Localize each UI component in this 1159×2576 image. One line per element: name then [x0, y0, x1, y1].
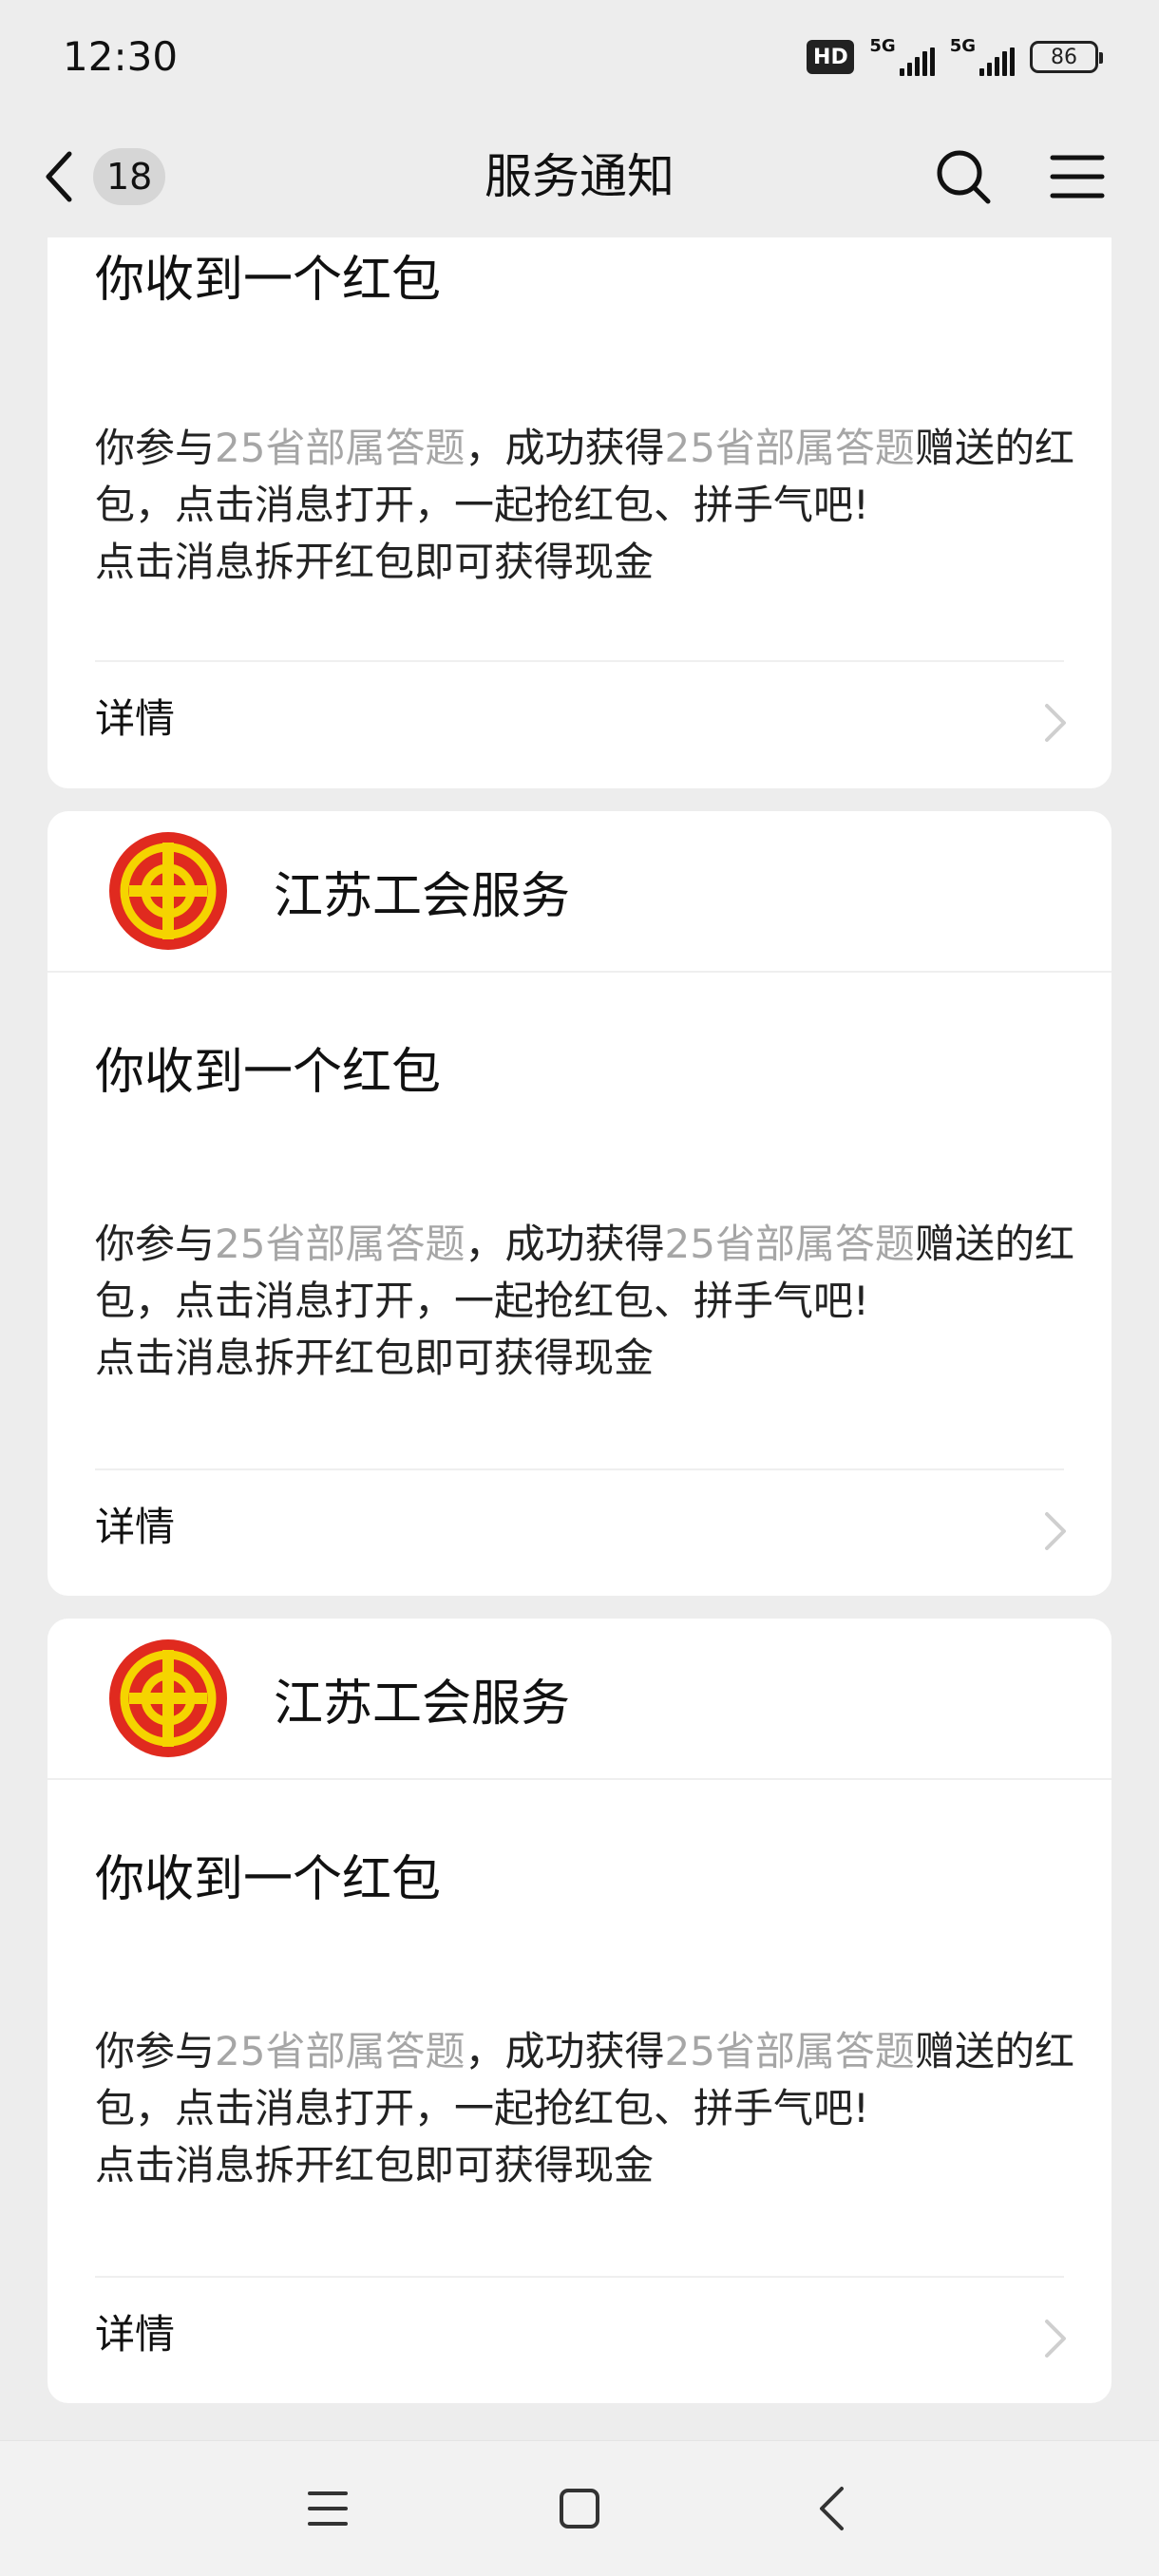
- account-name: 江苏工会服务: [274, 867, 571, 925]
- system-navigation-bar: [0, 2440, 1159, 2576]
- message-title: 你收到一个红包: [95, 252, 442, 309]
- details-label: 详情: [95, 1504, 176, 1550]
- network-type-label: 5G: [869, 36, 896, 56]
- status-bar: 12:30 HD 5G 5G 86: [0, 0, 1159, 114]
- battery-icon: 86: [1030, 41, 1103, 73]
- signal-group-1: 5G: [869, 36, 935, 76]
- trade-union-logo-icon: [109, 832, 227, 950]
- more-menu-button[interactable]: [1043, 142, 1112, 211]
- status-indicators: HD 5G 5G 86: [807, 36, 1103, 78]
- recent-apps-icon: [308, 2491, 348, 2526]
- details-label: 详情: [95, 695, 176, 742]
- network-type-label: 5G: [949, 36, 976, 56]
- chevron-right-icon: [1045, 2320, 1066, 2358]
- system-back-button[interactable]: [798, 2475, 864, 2542]
- details-link[interactable]: 详情: [48, 2278, 1112, 2401]
- card-header[interactable]: 江苏工会服务: [48, 1619, 1112, 1780]
- nav-bar: 18 服务通知: [0, 114, 1159, 237]
- message-body: 你参与25省部属答题，成功获得25省部属答题赠送的红包，点击消息打开，一起抢红包…: [95, 1221, 1074, 1381]
- highlighted-activity-name: 25省部属答题: [215, 2028, 466, 2074]
- chevron-right-icon: [1045, 1512, 1066, 1550]
- details-link[interactable]: 详情: [48, 1470, 1112, 1594]
- trade-union-logo-icon: [109, 1639, 227, 1757]
- battery-level: 86: [1051, 45, 1077, 69]
- search-button[interactable]: [929, 142, 998, 211]
- home-icon: [560, 2489, 599, 2529]
- notification-card[interactable]: 江苏工会服务 你收到一个红包 你参与25省部属答题，成功获得25省部属答题赠送的…: [48, 811, 1112, 1596]
- notification-card[interactable]: 你收到一个红包 你参与25省部属答题，成功获得25省部属答题赠送的红包，点击消息…: [48, 237, 1112, 788]
- chevron-right-icon: [1045, 704, 1066, 742]
- details-label: 详情: [95, 2311, 176, 2358]
- notification-card[interactable]: 江苏工会服务 你收到一个红包 你参与25省部属答题，成功获得25省部属答题赠送的…: [48, 1619, 1112, 2403]
- home-button[interactable]: [546, 2475, 613, 2542]
- highlighted-activity-name: 25省部属答题: [664, 425, 915, 471]
- signal-group-2: 5G: [950, 38, 1015, 76]
- search-icon: [937, 150, 991, 204]
- hamburger-menu-icon: [1050, 155, 1105, 199]
- highlighted-activity-name: 25省部属答题: [215, 425, 466, 471]
- recent-apps-button[interactable]: [294, 2475, 361, 2542]
- signal-strength-icon: [899, 47, 935, 76]
- account-name: 江苏工会服务: [274, 1675, 571, 1733]
- card-header[interactable]: 江苏工会服务: [48, 811, 1112, 973]
- signal-strength-icon: [979, 47, 1015, 76]
- message-body: 你参与25省部属答题，成功获得25省部属答题赠送的红包，点击消息打开，一起抢红包…: [95, 2028, 1074, 2188]
- highlighted-activity-name: 25省部属答题: [664, 1221, 915, 1267]
- notification-feed[interactable]: 你收到一个红包 你参与25省部属答题，成功获得25省部属答题赠送的红包，点击消息…: [0, 237, 1159, 2441]
- status-time: 12:30: [63, 33, 179, 80]
- back-icon: [820, 2487, 844, 2530]
- message-title: 你收到一个红包: [95, 1044, 442, 1101]
- highlighted-activity-name: 25省部属答题: [664, 2028, 915, 2074]
- highlighted-activity-name: 25省部属答题: [215, 1221, 466, 1267]
- hd-voice-icon: HD: [807, 40, 855, 74]
- message-body: 你参与25省部属答题，成功获得25省部属答题赠送的红包，点击消息打开，一起抢红包…: [95, 425, 1074, 585]
- message-title: 你收到一个红包: [95, 1851, 442, 1908]
- details-link[interactable]: 详情: [48, 662, 1112, 786]
